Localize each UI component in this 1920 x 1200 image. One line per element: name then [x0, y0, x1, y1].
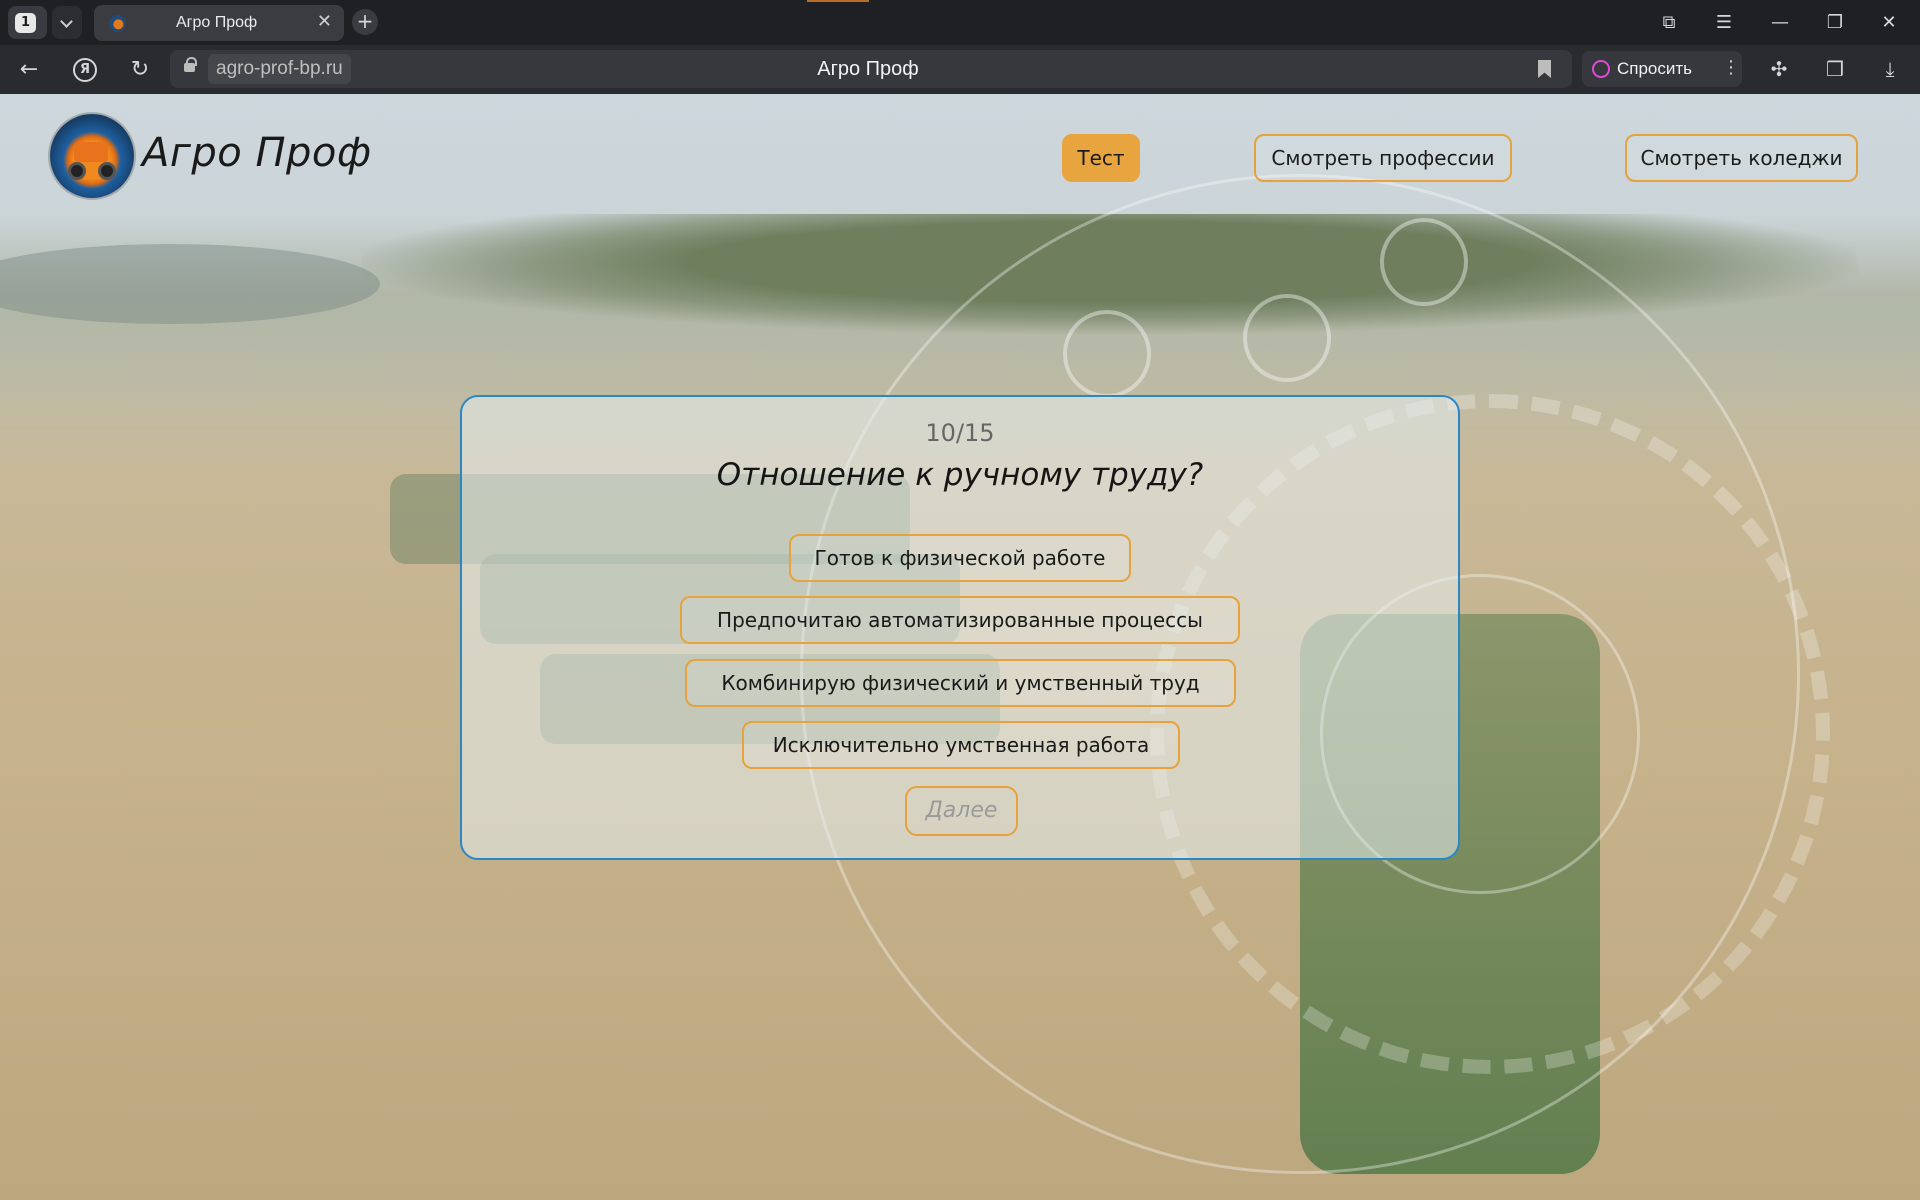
logo-wheel	[68, 162, 86, 180]
answer-option[interactable]: Готов к физической работе	[789, 534, 1131, 582]
quiz-question: Отношение к ручному труду?	[716, 457, 1204, 493]
smart-home-icon	[1243, 294, 1331, 382]
download-icon[interactable]: ⤓	[1877, 56, 1903, 82]
quiz-card: 10/15 Отношение к ручному труду? Готов к…	[460, 395, 1460, 860]
site-brand-name[interactable]: Агро Проф	[142, 130, 372, 176]
site-favicon-icon	[109, 15, 126, 32]
url-field[interactable]: agro-prof-bp.ru Агро Проф	[170, 50, 1572, 88]
reload-icon[interactable]: ↻	[124, 54, 156, 86]
ask-label: Спросить	[1617, 59, 1693, 78]
more-vertical-icon[interactable]: ⋮	[1722, 57, 1740, 78]
reader-icon[interactable]: ❒	[1822, 56, 1848, 82]
tab-list-dropdown-button[interactable]	[52, 6, 82, 39]
site-logo[interactable]	[50, 114, 134, 198]
close-window-button[interactable]: ✕	[1876, 10, 1902, 36]
answer-option[interactable]: Исключительно умственная работа	[742, 721, 1180, 769]
new-tab-button[interactable]: +	[352, 9, 378, 35]
phone-icon	[1063, 310, 1151, 398]
tab-title: Агро Проф	[176, 14, 258, 31]
answer-option[interactable]: Предпочитаю автоматизированные процессы	[680, 596, 1240, 644]
yandex-icon[interactable]: Я	[73, 58, 97, 82]
close-tab-icon[interactable]: ✕	[317, 13, 332, 31]
wifi-icon	[1380, 218, 1468, 306]
address-page-title: Агро Проф	[817, 58, 919, 80]
browser-tab-active[interactable]: Агро Проф ✕	[94, 5, 344, 41]
collections-icon[interactable]: ⧉	[1656, 10, 1682, 36]
answer-option[interactable]: Комбинирую физический и умственный труд	[685, 659, 1236, 707]
logo-wheel	[98, 162, 116, 180]
chevron-down-icon	[60, 15, 73, 28]
minimize-window-button[interactable]: —	[1767, 10, 1793, 36]
alice-icon	[1592, 60, 1610, 78]
browser-tab-bar: 1 Агро Проф ✕ + ⧉ ☰ — ❐ ✕	[0, 0, 1920, 45]
background-hill	[0, 244, 380, 324]
browser-address-bar: ← Я ↻ agro-prof-bp.ru Агро Проф Спросить…	[0, 45, 1920, 94]
tractor-logo-icon	[74, 142, 108, 162]
back-arrow-icon[interactable]: ←	[13, 54, 45, 86]
extensions-icon[interactable]: ✣	[1766, 56, 1792, 82]
nav-professions-button[interactable]: Смотреть профессии	[1254, 134, 1512, 182]
menu-icon[interactable]: ☰	[1711, 10, 1737, 36]
tab-counter-button[interactable]: 1	[8, 6, 47, 39]
page-content: Агро Проф Тест Смотреть профессии Смотре…	[0, 94, 1920, 1200]
nav-test-button[interactable]: Тест	[1062, 134, 1140, 182]
ask-alice-button[interactable]: Спросить ⋮	[1582, 51, 1742, 87]
quiz-progress: 10/15	[925, 419, 995, 447]
tab-count: 1	[15, 13, 36, 33]
next-button[interactable]: Далее	[905, 786, 1018, 836]
restore-window-button[interactable]: ❐	[1822, 10, 1848, 36]
top-indicator-bar	[807, 0, 869, 2]
nav-colleges-button[interactable]: Смотреть коледжи	[1625, 134, 1858, 182]
